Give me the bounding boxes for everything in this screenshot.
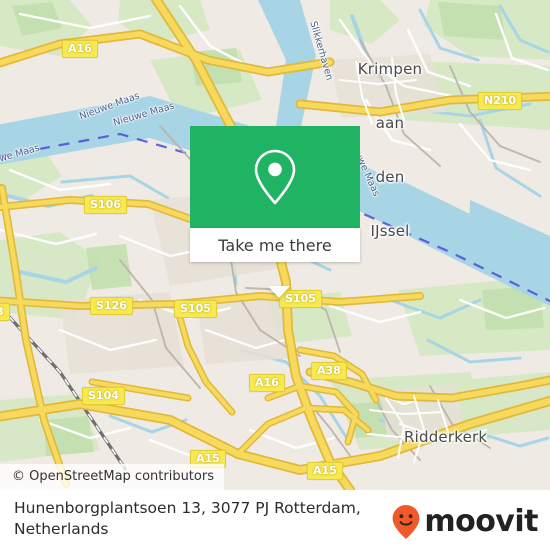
road-shield-s104[interactable]: S104 [82, 387, 125, 405]
road-shield-a38[interactable]: A38 [311, 362, 347, 380]
road-shield-s126[interactable]: S126 [90, 297, 133, 315]
moovit-map-page: Krimpen aan den IJssel Ridderkerk Nieuwe… [0, 0, 550, 550]
road-shield-s106[interactable]: S106 [84, 196, 127, 214]
popup-pointer-tail [268, 286, 290, 298]
popup-header [190, 126, 360, 228]
road-shield-n210[interactable]: N210 [478, 92, 523, 110]
footer-bar: Hunenborgplantsoen 13, 3077 PJ Rotterdam… [0, 490, 550, 550]
location-popup[interactable]: Take me there [190, 126, 360, 298]
moovit-wordmark: moovit [424, 504, 538, 539]
road-shield-a15[interactable]: A15 [307, 462, 343, 480]
take-me-there-label: Take me there [218, 235, 332, 255]
road-shield-s105[interactable]: S105 [174, 300, 217, 318]
address-line-2: Netherlands [14, 520, 109, 538]
moovit-smiley-pin-icon [392, 505, 420, 539]
map-attribution[interactable]: © OpenStreetMap contributors [0, 464, 224, 490]
map-pin-icon [254, 149, 296, 205]
address-line-1: Hunenborgplantsoen 13, 3077 PJ Rotterdam… [14, 499, 361, 517]
road-shield-3[interactable]: 3 [0, 303, 10, 321]
road-shield-a16[interactable]: A16 [249, 374, 285, 392]
moovit-logo[interactable]: moovit [391, 504, 538, 540]
road-shield-a16[interactable]: A16 [62, 40, 98, 58]
take-me-there-button[interactable]: Take me there [190, 228, 360, 262]
address-text: Hunenborgplantsoen 13, 3077 PJ Rotterdam… [14, 498, 394, 540]
